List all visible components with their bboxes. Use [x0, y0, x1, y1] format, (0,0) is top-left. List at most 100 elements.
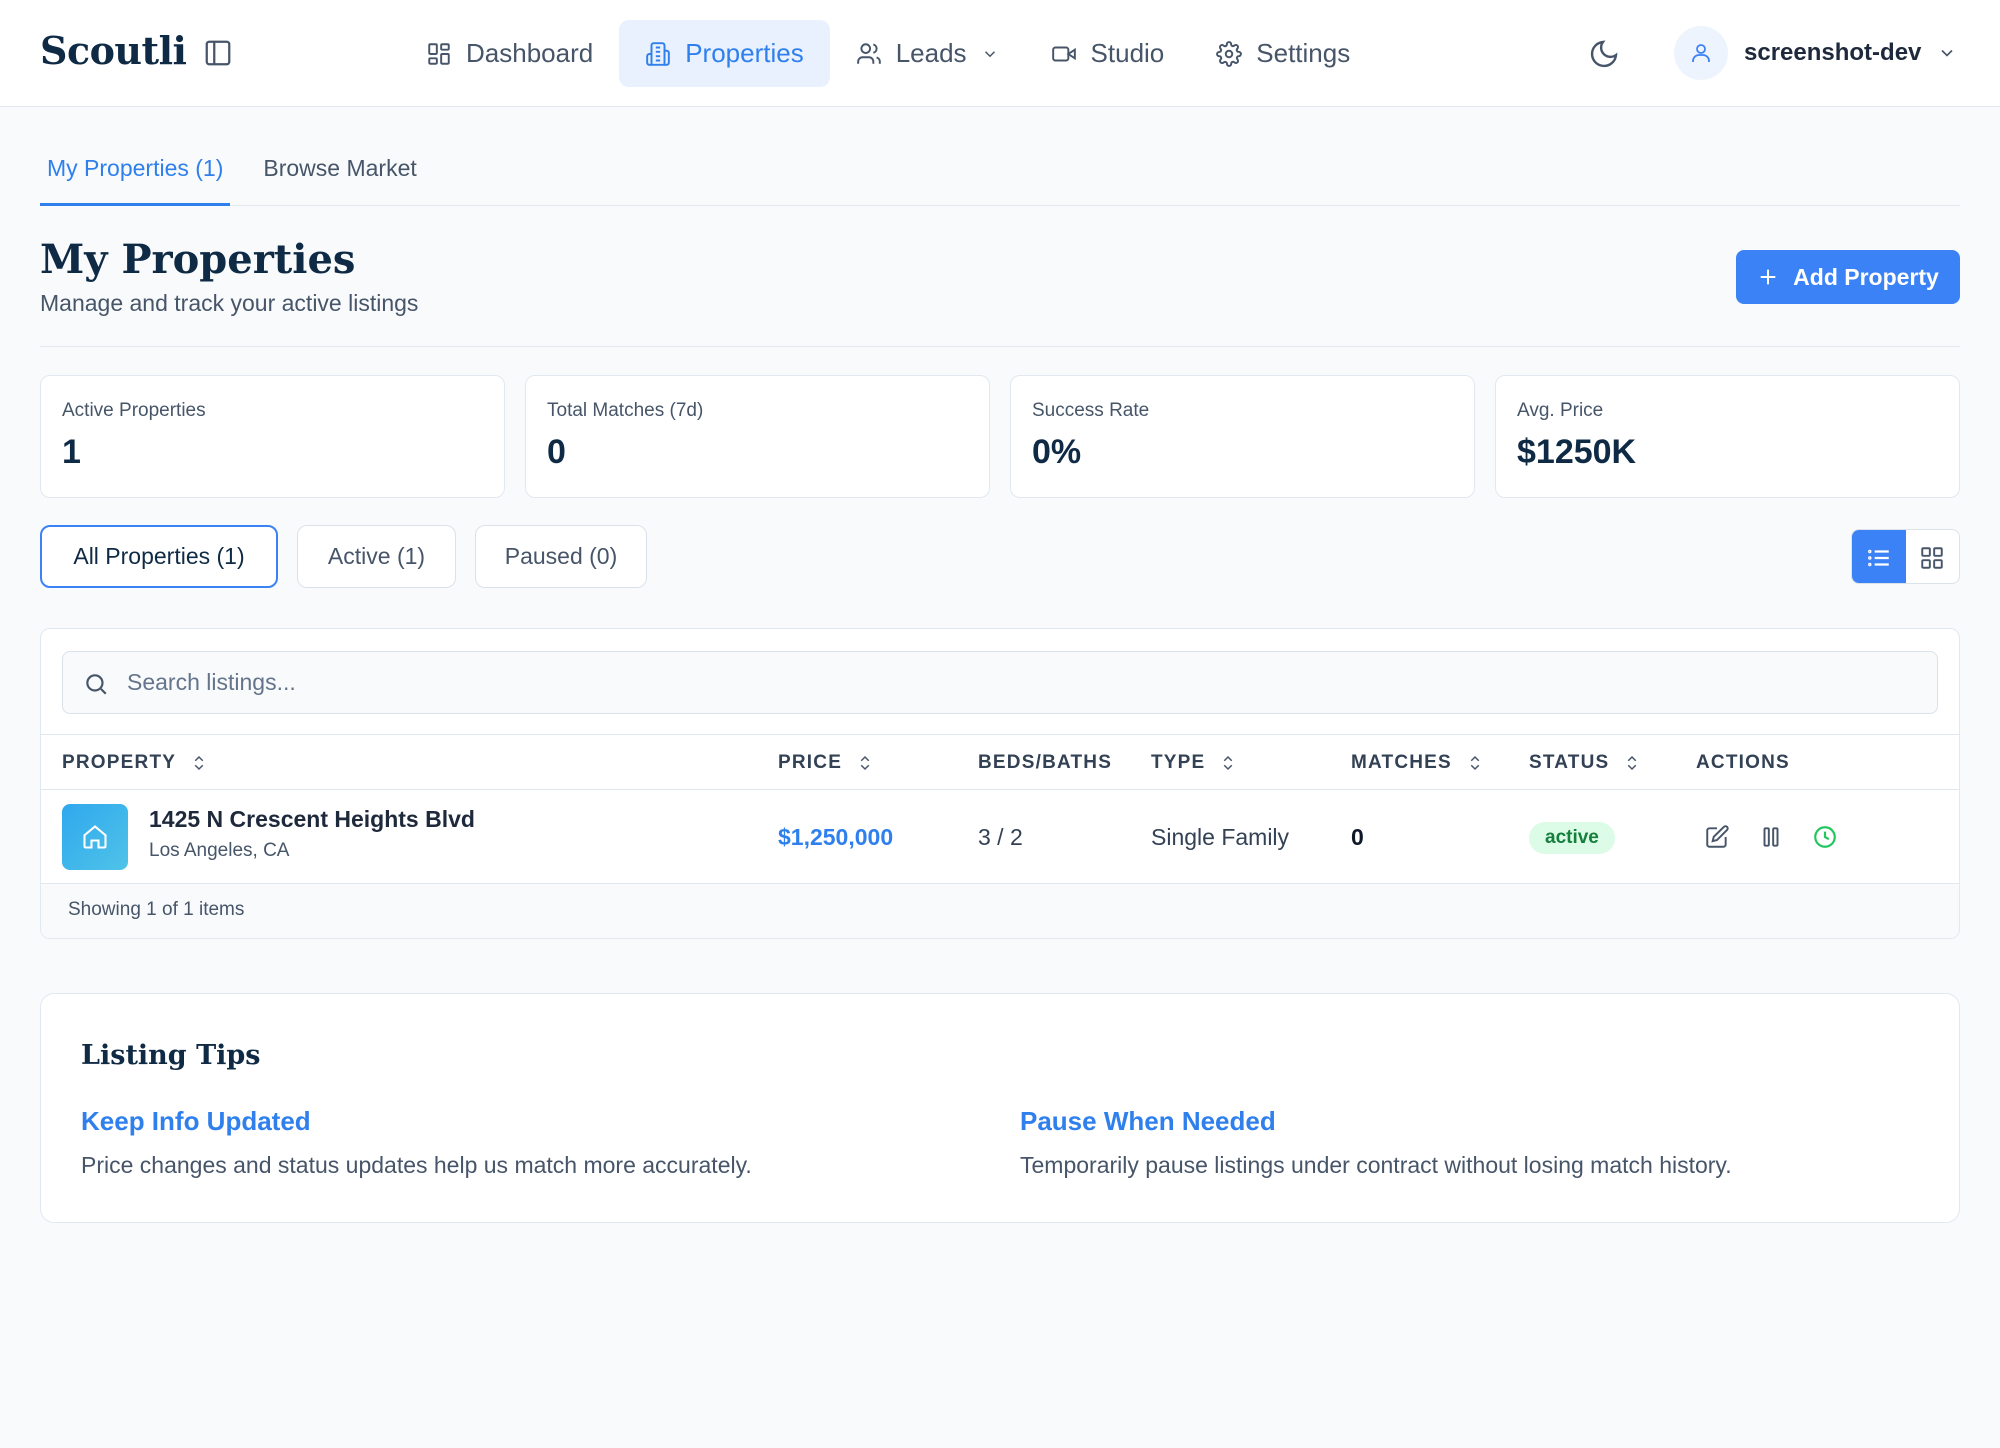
nav-item-properties[interactable]: Properties	[619, 20, 830, 87]
nav-item-leads[interactable]: Leads	[830, 20, 1025, 87]
pause-icon	[1763, 827, 1779, 847]
stat-card-active-properties: Active Properties 1	[40, 375, 505, 498]
sort-icon	[1224, 755, 1233, 770]
column-header-type[interactable]: TYPE	[1151, 735, 1237, 790]
main-nav: Dashboard Properties Leads Studio Settin…	[400, 20, 1376, 87]
property-history-button[interactable]	[1811, 823, 1839, 851]
nav-item-label: Dashboard	[466, 38, 594, 68]
search-input[interactable]	[127, 652, 1917, 713]
property-beds-baths: 3 / 2	[978, 823, 1023, 850]
table-header: PROPERTY PRICE BEDS/BATHS TYPE MATCHES S…	[41, 734, 1959, 790]
edit-icon	[1706, 825, 1729, 848]
status-badge: active	[1529, 822, 1615, 854]
pause-property-button[interactable]	[1757, 823, 1785, 851]
chevron-down-icon	[984, 50, 995, 57]
stat-value: 0	[547, 433, 566, 471]
add-property-label: Add Property	[1793, 263, 1939, 290]
column-label: TYPE	[1151, 751, 1206, 773]
nav-item-label: Properties	[685, 38, 804, 68]
nav-item-label: Studio	[1090, 38, 1165, 68]
user-name: screenshot-dev	[1744, 39, 1922, 66]
column-label: BEDS/BATHS	[978, 751, 1113, 773]
page-subtitle: Manage and track your active listings	[40, 290, 419, 316]
sidebar-panel-icon	[205, 40, 231, 66]
home-icon	[83, 825, 107, 849]
stat-label: Total Matches (7d)	[547, 400, 704, 421]
grid-icon	[1921, 546, 1943, 569]
sort-icon	[860, 755, 870, 770]
nav-item-label: Leads	[895, 38, 967, 68]
tips-title: Listing Tips	[81, 1040, 261, 1071]
column-header-property[interactable]: PROPERTY	[62, 735, 208, 790]
add-property-button[interactable]: Add Property	[1736, 250, 1960, 304]
property-tabs: My Properties (1) Browse Market	[40, 140, 1960, 206]
column-header-matches[interactable]: MATCHES	[1351, 735, 1484, 790]
list-view-button[interactable]	[1852, 530, 1906, 583]
property-address[interactable]: 1425 N Crescent Heights Blvd	[149, 806, 475, 833]
stat-label: Success Rate	[1032, 400, 1150, 421]
filter-paused[interactable]: Paused (0)	[475, 525, 647, 588]
user-icon	[1692, 44, 1710, 62]
brand-logo[interactable]: Scoutli	[40, 28, 187, 73]
video-icon	[1051, 46, 1076, 61]
page-title: My Properties	[40, 236, 356, 283]
property-price: $1,250,000	[778, 823, 894, 850]
stat-value: 0%	[1032, 433, 1082, 471]
column-label: PROPERTY	[62, 751, 177, 773]
grid-view-button[interactable]	[1906, 530, 1960, 583]
nav-item-settings[interactable]: Settings	[1190, 20, 1376, 87]
dark-mode-toggle[interactable]	[1586, 36, 1622, 72]
tab-browse-market[interactable]: Browse Market	[256, 140, 423, 206]
column-label: ACTIONS	[1696, 751, 1790, 773]
properties-table-panel: PROPERTY PRICE BEDS/BATHS TYPE MATCHES S…	[40, 628, 1960, 939]
user-menu[interactable]: screenshot-dev	[1674, 26, 1957, 80]
edit-property-button[interactable]	[1703, 823, 1731, 851]
avatar	[1674, 26, 1728, 80]
sidebar-toggle-button[interactable]	[202, 37, 234, 69]
search-box	[62, 651, 1938, 714]
sort-icon	[1470, 755, 1480, 770]
building-icon	[646, 41, 671, 66]
moon-icon	[1590, 40, 1618, 68]
clock-icon	[1814, 826, 1836, 848]
stat-label: Avg. Price	[1517, 400, 1604, 421]
plus-icon	[1760, 269, 1776, 285]
nav-item-dashboard[interactable]: Dashboard	[400, 20, 619, 87]
stat-value: 1	[62, 433, 81, 471]
property-type: Single Family	[1151, 823, 1290, 850]
property-matches: 0	[1351, 823, 1364, 850]
column-header-price[interactable]: PRICE	[778, 735, 874, 790]
stat-card-success-rate: Success Rate 0%	[1010, 375, 1475, 498]
filter-active[interactable]: Active (1)	[297, 525, 456, 588]
nav-item-label: Settings	[1256, 38, 1351, 68]
tip-heading: Keep Info Updated	[81, 1106, 311, 1136]
users-icon	[856, 42, 881, 64]
column-header-beds-baths: BEDS/BATHS	[978, 735, 1112, 790]
stat-card-avg-price: Avg. Price $1250K	[1495, 375, 1960, 498]
view-mode-toggle	[1851, 529, 1960, 584]
column-label: MATCHES	[1351, 751, 1452, 773]
table-footer: Showing 1 of 1 items	[41, 884, 1959, 938]
header-divider	[40, 346, 1960, 347]
sort-icon	[194, 755, 204, 770]
filter-all-properties[interactable]: All Properties (1)	[40, 525, 278, 588]
property-city: Los Angeles, CA	[149, 840, 290, 861]
tip-heading: Pause When Needed	[1020, 1106, 1276, 1136]
stat-label: Active Properties	[62, 400, 206, 421]
column-header-status[interactable]: STATUS	[1529, 735, 1641, 790]
listing-tips-panel: Listing Tips Keep Info Updated Price cha…	[40, 993, 1960, 1223]
list-icon	[1867, 549, 1889, 566]
pagination-summary: Showing 1 of 1 items	[68, 899, 245, 920]
tab-my-properties[interactable]: My Properties (1)	[40, 140, 231, 206]
top-navigation-bar: Scoutli Dashboard Properties Leads Studi…	[0, 0, 2000, 107]
dashboard-icon	[428, 42, 450, 65]
tip-body: Price changes and status updates help us…	[81, 1152, 752, 1178]
column-label: STATUS	[1529, 751, 1610, 773]
table-row[interactable]: 1425 N Crescent Heights Blvd Los Angeles…	[41, 790, 1959, 884]
gear-icon	[1216, 40, 1243, 67]
search-icon	[86, 674, 107, 695]
property-thumbnail	[62, 804, 128, 870]
column-label: PRICE	[778, 751, 843, 773]
nav-item-studio[interactable]: Studio	[1025, 20, 1191, 87]
stat-card-total-matches: Total Matches (7d) 0	[525, 375, 990, 498]
